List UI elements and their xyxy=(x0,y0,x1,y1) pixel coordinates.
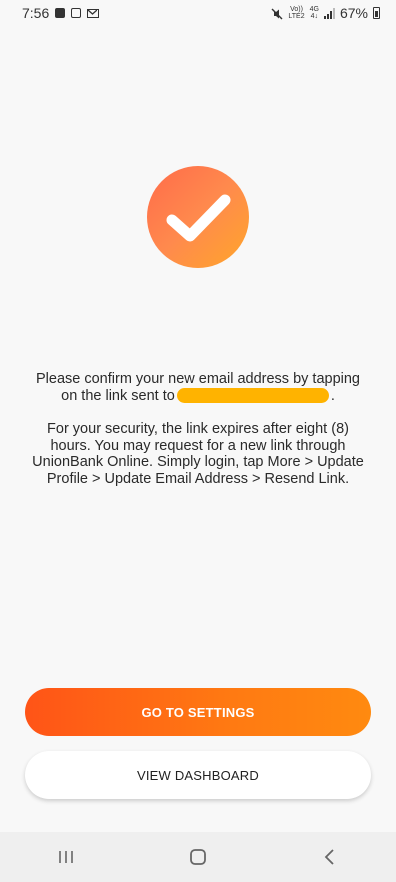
network-line1: 4G xyxy=(309,6,319,13)
volte-indicator: Vo)) LTE2 xyxy=(288,6,304,20)
home-button[interactable] xyxy=(168,837,228,877)
confirm-suffix: . xyxy=(330,387,335,404)
check-icon xyxy=(166,194,231,242)
navigation-bar xyxy=(0,832,396,882)
go-to-settings-button[interactable]: GO TO SETTINGS xyxy=(25,688,371,736)
volte-line2: LTE2 xyxy=(288,13,305,20)
battery-percent: 67% xyxy=(339,5,368,21)
status-time: 7:56 xyxy=(22,5,50,21)
battery-icon xyxy=(373,7,380,19)
recents-icon xyxy=(59,851,73,863)
back-icon xyxy=(324,849,334,865)
success-check-icon xyxy=(147,166,249,268)
status-right: Vo)) LTE2 4G 4↓ 67% xyxy=(271,5,396,21)
volte-line1: Vo)) xyxy=(290,6,303,13)
security-message: For your security, the link expires afte… xyxy=(32,421,364,487)
network-indicator: 4G 4↓ xyxy=(310,6,319,20)
confirm-prefix: on the link sent to xyxy=(61,387,175,404)
gmail-icon xyxy=(87,8,100,18)
confirm-line1: Please confirm your new email address by… xyxy=(36,371,360,387)
status-bar: 7:56 Vo)) LTE2 4G 4↓ 67% xyxy=(0,0,396,26)
recents-button[interactable] xyxy=(36,837,96,877)
confirm-message: Please confirm your new email address by… xyxy=(30,371,366,404)
image-icon xyxy=(55,8,66,18)
view-dashboard-button[interactable]: VIEW DASHBOARD xyxy=(25,751,371,799)
signal-icon xyxy=(323,7,335,19)
calendar-icon xyxy=(71,8,82,18)
home-icon xyxy=(190,849,206,865)
redacted-email xyxy=(176,388,329,404)
back-button[interactable] xyxy=(300,837,360,877)
mute-icon xyxy=(271,7,283,20)
network-line2: 4↓ xyxy=(310,13,318,20)
status-left: 7:56 xyxy=(0,5,100,21)
